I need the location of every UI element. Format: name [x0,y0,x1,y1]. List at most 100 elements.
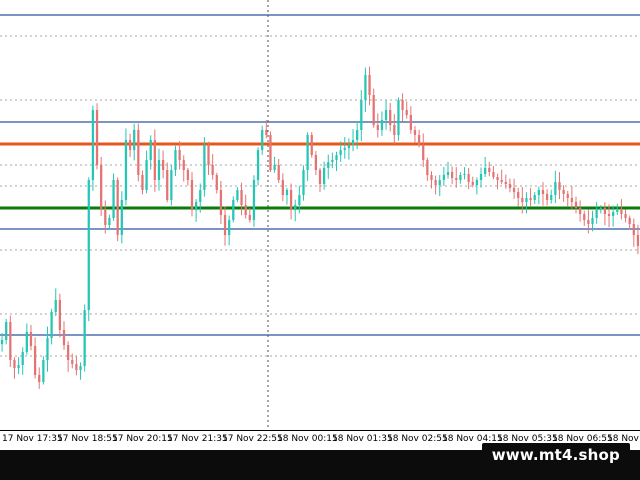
candle-body [438,180,441,185]
candle-body [62,330,66,345]
candle-body [459,175,462,180]
candle-body [141,175,144,190]
candle-body [467,174,470,182]
candle-body [29,332,33,346]
candle-body [314,155,318,170]
candle-body [252,180,256,220]
candle-body [186,170,190,180]
candle-body [240,190,243,205]
candle-body [228,220,231,235]
candle-body [182,160,185,170]
time-label: 17 Nov 22:55 [222,434,283,444]
candles-layer [0,66,640,389]
candle-body [116,180,119,235]
candle-body [112,180,115,218]
candle-body [517,192,520,198]
candle-body [628,218,631,224]
candle-body [550,195,553,200]
candle-body [356,130,359,140]
candle-body [492,172,495,177]
price-chart[interactable] [0,0,640,430]
chart-area[interactable] [0,0,640,430]
candle-body [471,182,474,185]
candle-body [463,174,466,175]
time-label: 17 Nov 20:15 [112,434,173,444]
candle-body [636,235,640,246]
candle-body [190,180,194,210]
candle-body [273,165,276,170]
candle-body [244,205,247,215]
candle-body [310,135,313,155]
candle-body [223,215,227,235]
candle-body [71,360,74,364]
candle-body [397,100,400,135]
candle-body [203,145,206,190]
candle-body [128,140,132,150]
candle-body [174,150,177,170]
candle-body [620,210,623,214]
candle-body [153,140,156,180]
candle-body [215,175,218,190]
candle-body [434,180,437,185]
candle-body [120,200,123,235]
candle-body [178,150,181,160]
candle-body [79,366,82,370]
candle-body [607,214,611,216]
time-label: 17 Nov 18:55 [57,434,118,444]
candle-body [545,194,549,200]
candle-body [294,205,297,210]
candle-body [409,115,412,130]
candle-body [566,194,569,198]
candle-body [0,340,4,344]
candle-body [248,215,251,220]
candle-body [211,165,214,175]
candle-body [488,168,491,172]
candle-body [562,190,565,194]
candle-body [335,155,338,160]
candle-body [157,160,161,180]
candle-body [347,145,351,148]
candle-body [343,148,346,150]
candle-body [417,135,421,145]
candle-body [83,310,86,366]
candle-body [413,130,417,135]
candle-body [75,364,78,370]
candle-body [376,125,379,130]
candle-body [331,160,334,162]
candle-body [42,360,45,382]
candle-body [145,160,148,190]
candle-body [372,95,375,125]
candle-body [17,365,20,368]
candle-body [161,160,165,170]
candle-body [554,182,557,195]
candle-body [537,190,540,195]
candle-body [446,172,450,175]
candle-body [351,140,355,145]
candle-body [38,375,41,382]
time-label: 17 Nov 21:35 [167,434,228,444]
candle-body [95,110,99,165]
candle-body [108,218,111,225]
candle-body [318,170,322,184]
candle-body [21,352,24,365]
candle-body [624,214,627,218]
candle-body [327,162,330,168]
candle-body [137,130,140,175]
candle-body [521,198,524,202]
candle-body [100,165,103,210]
candle-body [504,182,507,184]
candle-body [269,135,272,170]
candle-body [166,170,169,200]
watermark-badge: www.mt4.shop [481,443,630,468]
candle-body [603,208,607,214]
candle-body [455,178,458,180]
candle-body [475,180,479,185]
candle-body [58,300,62,330]
candle-body [484,168,487,174]
candle-body [525,198,528,202]
candle-body [401,100,404,110]
candle-body [479,174,483,180]
candle-body [13,360,16,368]
candle-body [541,190,545,194]
candle-body [33,346,37,375]
